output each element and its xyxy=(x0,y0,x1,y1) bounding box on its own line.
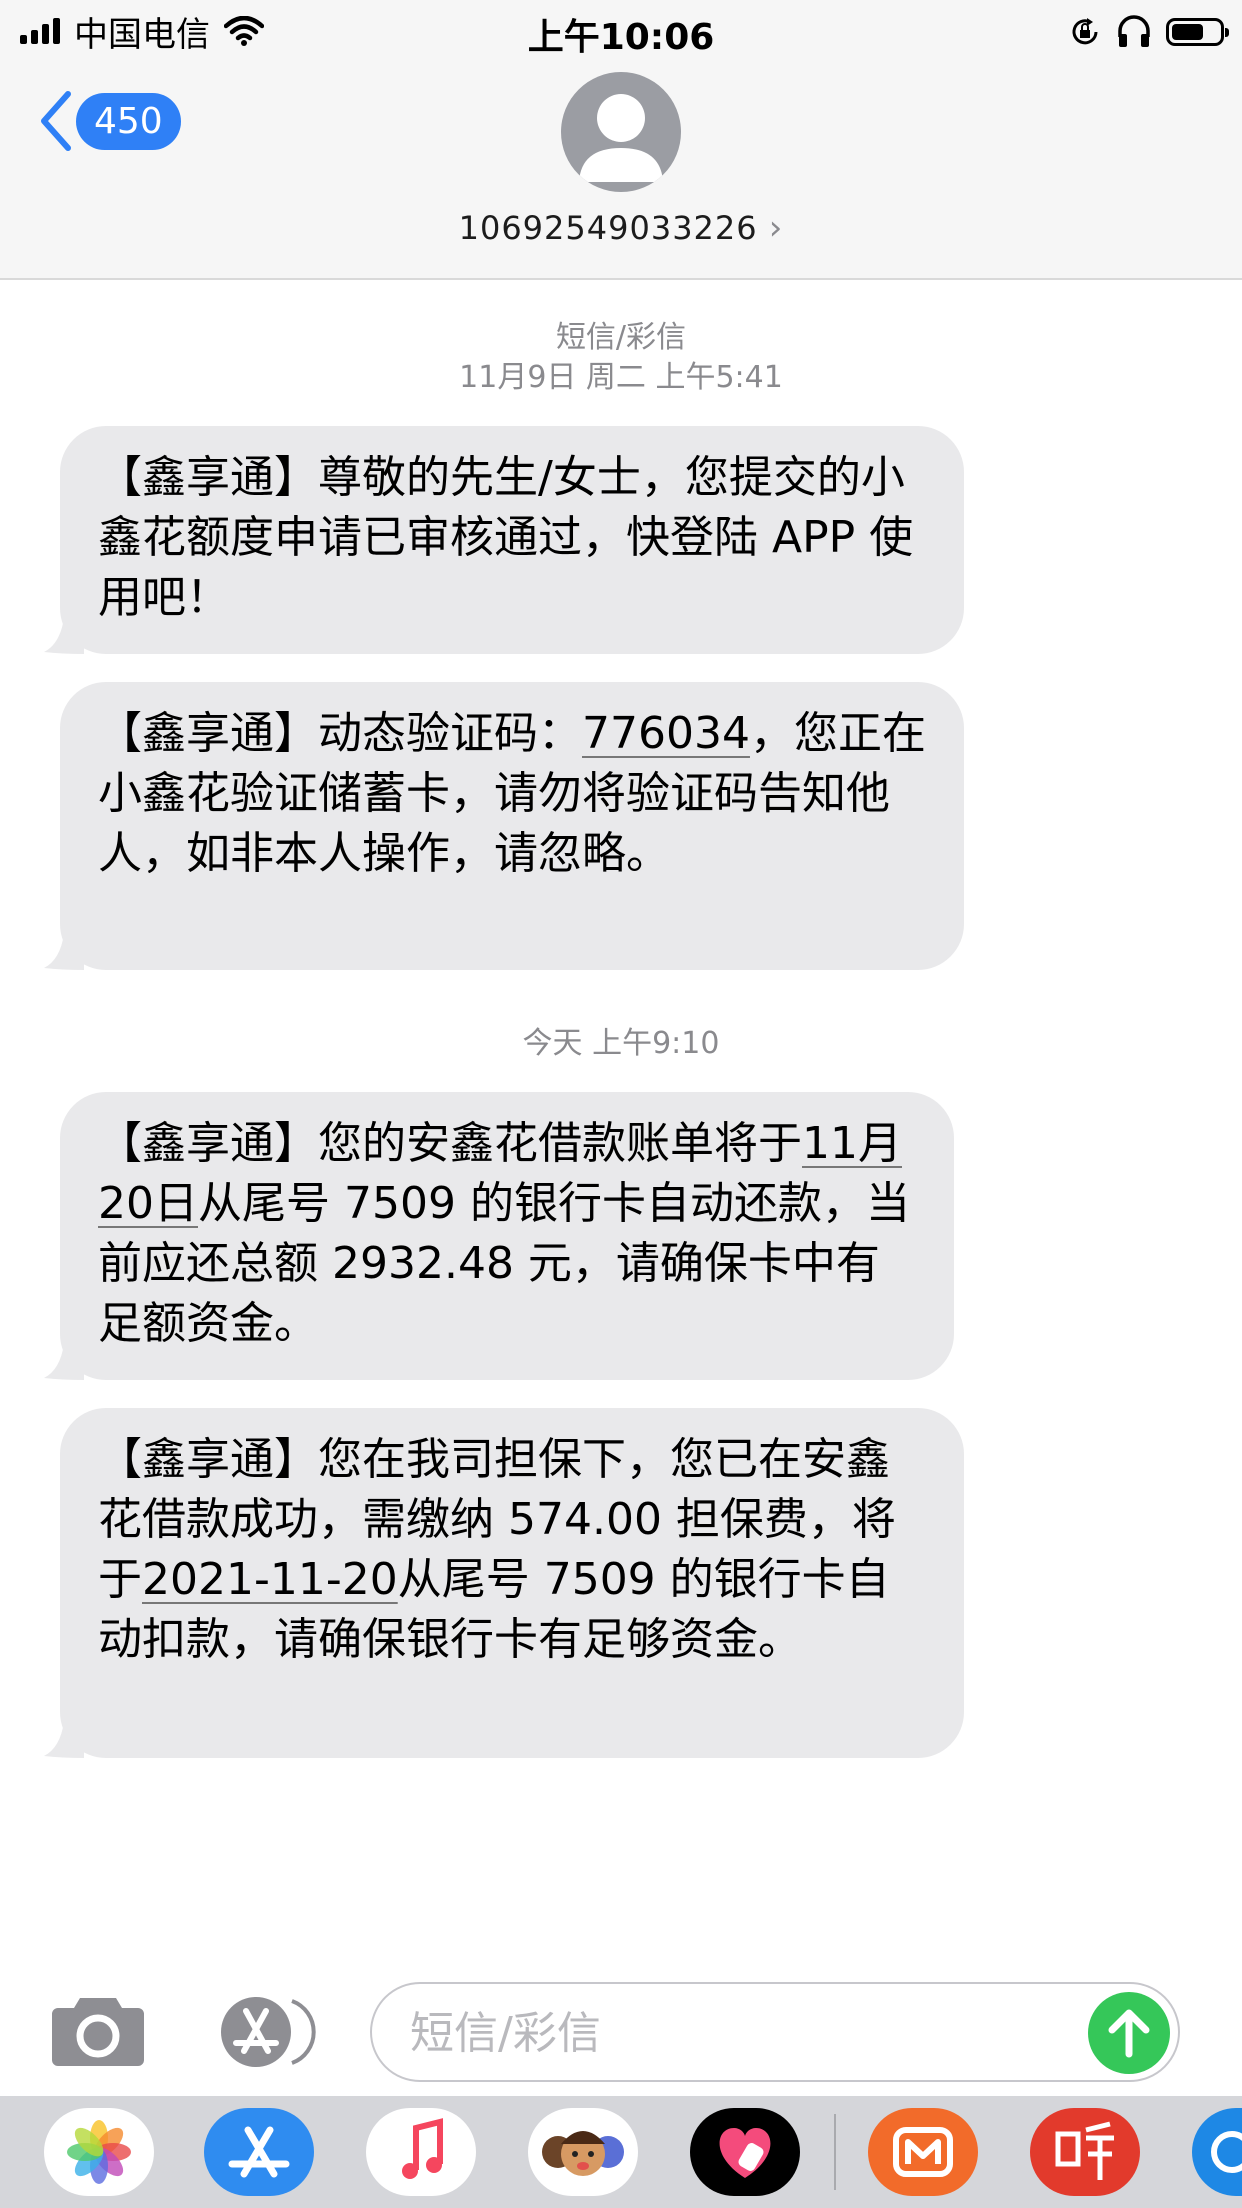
status-time: 上午10:06 xyxy=(527,17,715,58)
message-input-container xyxy=(370,1982,1180,2082)
audio-app-button[interactable] xyxy=(1030,2108,1140,2196)
app-store-icon xyxy=(228,2126,290,2178)
status-right xyxy=(1068,12,1229,52)
memoji-icon xyxy=(542,2131,624,2176)
message-bubble[interactable]: 【鑫享通】您在我司担保下，您已在安鑫花借款成功，需缴纳 574.00 担保费，将… xyxy=(44,1408,964,1758)
message-bubble[interactable]: 【鑫享通】尊敬的先生/女士，您提交的小鑫花额度申请已审核通过，快登陆 APP 使… xyxy=(44,426,964,654)
photos-icon xyxy=(67,2120,131,2184)
contact-name[interactable]: 10692549033226 › xyxy=(0,208,1242,248)
verification-code-link[interactable]: 776034 xyxy=(582,708,750,759)
camera-icon xyxy=(52,1998,144,2066)
person-silhouette-icon xyxy=(579,94,663,182)
bubble-tail xyxy=(44,1344,84,1380)
music-note-icon xyxy=(402,2118,443,2179)
mango-tv-app-button[interactable] xyxy=(868,2108,978,2196)
heart-icon xyxy=(719,2128,771,2178)
app-store-icon xyxy=(221,1997,316,2067)
bubble-tail xyxy=(44,618,84,654)
listen-icon xyxy=(1055,2121,1114,2180)
bubble-tail xyxy=(44,1722,84,1758)
app-store-app-button[interactable] xyxy=(204,2108,314,2196)
message-text-suffix: 从尾号 7509 的银行卡自动还款，当前应还总额 2932.48 元，请确保卡中… xyxy=(98,1178,910,1349)
back-button[interactable]: 450 xyxy=(38,90,181,152)
drawer-divider xyxy=(834,2114,836,2190)
partial-app-icon xyxy=(1211,2131,1242,2173)
timestamp-label: 今天 上午9:10 xyxy=(522,1026,720,1061)
camera-button[interactable] xyxy=(50,1992,146,2068)
conversation-header: 450 10692549033226 › xyxy=(0,62,1242,280)
chevron-right-icon: › xyxy=(768,208,784,248)
app-store-button[interactable] xyxy=(210,1995,320,2069)
memoji-app-button[interactable] xyxy=(528,2108,638,2196)
mango-tv-icon xyxy=(893,2127,953,2177)
music-app-button[interactable] xyxy=(366,2108,476,2196)
status-bar: 中国电信 上午10:06 xyxy=(0,0,1242,62)
rotation-lock-icon xyxy=(1072,18,1098,45)
message-type-label: 短信/彩信 xyxy=(555,320,687,355)
bubble-tail xyxy=(44,934,84,970)
battery-icon xyxy=(1166,18,1229,46)
partial-app-button[interactable] xyxy=(1192,2108,1242,2196)
send-arrow-icon xyxy=(1108,2009,1150,2058)
contact-avatar[interactable] xyxy=(561,72,681,192)
message-input[interactable] xyxy=(408,1984,1092,2082)
message-bubble[interactable]: 【鑫享通】动态验证码：776034，您正在小鑫花验证储蓄卡，请勿将验证码告知他人… xyxy=(44,682,964,970)
digital-touch-app-button[interactable] xyxy=(690,2108,800,2196)
send-button[interactable] xyxy=(1088,1992,1170,2074)
imessage-app-drawer xyxy=(0,2096,1242,2208)
photos-app-button[interactable] xyxy=(44,2108,154,2196)
unread-count-badge: 450 xyxy=(76,92,181,150)
message-text-prefix: 【鑫享通】您的安鑫花借款账单将于 xyxy=(98,1118,802,1169)
message-bubble[interactable]: 【鑫享通】您的安鑫花借款账单将于11月20日从尾号 7509 的银行卡自动还款，… xyxy=(44,1092,954,1380)
message-text: 【鑫享通】尊敬的先生/女士，您提交的小鑫花额度申请已审核通过，快登陆 APP 使… xyxy=(98,452,914,623)
message-text-prefix: 【鑫享通】动态验证码： xyxy=(98,708,582,759)
date-link[interactable]: 2021-11-20 xyxy=(142,1554,398,1605)
contact-number: 10692549033226 xyxy=(458,209,758,247)
timestamp-label: 11月9日 周二 上午5:41 xyxy=(459,360,783,395)
chevron-left-icon xyxy=(41,91,71,151)
headphones-icon xyxy=(1118,15,1150,47)
